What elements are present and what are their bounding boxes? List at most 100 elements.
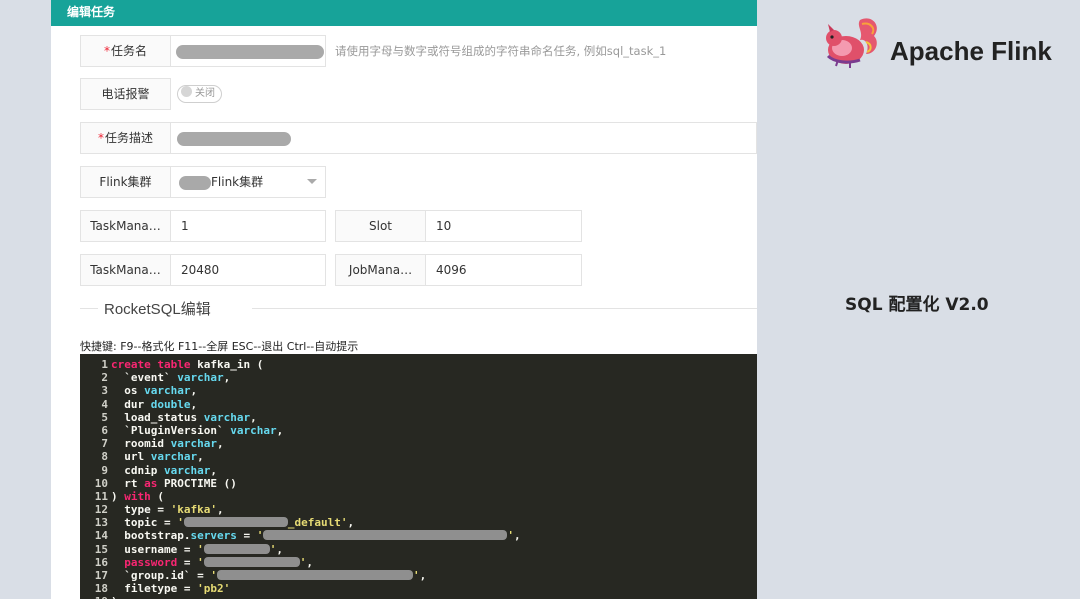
line-number: 9 xyxy=(101,463,108,477)
code-line: 11) with ( xyxy=(80,490,757,503)
code-token: varchar xyxy=(230,423,277,437)
code-token: filetype = xyxy=(111,582,198,596)
line-number: 8 xyxy=(101,450,108,464)
code-token: rt xyxy=(111,476,145,490)
jm-memory-label: JobMana… xyxy=(335,254,426,286)
brand-name: Apache Flink xyxy=(890,36,1052,66)
line-number: 4 xyxy=(101,397,108,411)
tm-memory-label: TaskMana… xyxy=(80,254,171,286)
cluster-row: Flink集群 Flink集群 xyxy=(80,166,380,198)
code-token: varchar xyxy=(203,410,251,424)
cluster-select[interactable]: Flink集群 xyxy=(171,166,326,198)
line-number: 3 xyxy=(101,384,108,398)
code-line: 1 create table kafka_in ( xyxy=(80,358,757,371)
code-token: ' xyxy=(210,569,217,582)
code-token: ' xyxy=(197,555,204,569)
version-label: SQL 配置化 V2.0 xyxy=(845,295,989,315)
redacted-value xyxy=(203,543,270,554)
task-name-input[interactable] xyxy=(171,35,326,67)
line-number: 10 xyxy=(94,476,108,490)
code-token: url xyxy=(111,450,151,464)
code-token: as xyxy=(144,476,158,490)
redacted-value xyxy=(183,517,288,528)
redacted-value xyxy=(263,530,508,541)
phone-alarm-toggle[interactable]: 关闭 xyxy=(177,83,222,103)
task-desc-label: *任务描述 xyxy=(80,122,171,154)
code-token: ' xyxy=(197,542,204,556)
task-name-label-text: 任务名 xyxy=(110,44,147,58)
code-token: `PluginVersion` xyxy=(111,423,231,437)
cluster-select-value: Flink集群 xyxy=(211,175,264,189)
code-token: , xyxy=(513,529,521,543)
code-token: type = xyxy=(111,503,171,517)
code-token: _default' xyxy=(287,516,348,530)
code-token: roomid xyxy=(111,437,171,451)
divider xyxy=(80,308,98,309)
line-number: 17 xyxy=(94,569,108,582)
tm-slots-input[interactable]: 1 xyxy=(171,210,326,242)
tm-memory-input[interactable]: 20480 xyxy=(171,254,326,286)
toggle-label: 关闭 xyxy=(195,87,215,99)
code-token: ( xyxy=(150,489,164,503)
resource-row-1: TaskMana… 1 Slot 10 xyxy=(80,210,757,242)
code-token: with xyxy=(124,489,151,503)
code-token: dur xyxy=(111,397,151,411)
line-number: 13 xyxy=(94,516,108,530)
code-line: 19) xyxy=(80,595,757,599)
code-token: , xyxy=(190,397,198,411)
code-token: ' xyxy=(256,529,264,543)
redacted-value xyxy=(179,175,211,190)
phone-alarm-label: 电话报警 xyxy=(80,78,171,110)
jm-memory-input[interactable]: 4096 xyxy=(426,254,582,286)
line-number: 7 xyxy=(101,437,108,451)
code-line: 9 cdnip varchar, xyxy=(80,464,757,477)
required-mark: * xyxy=(103,44,110,58)
redacted-value xyxy=(216,570,413,580)
code-token: , xyxy=(210,463,217,477)
line-number: 16 xyxy=(94,555,108,569)
redacted-value xyxy=(203,556,300,567)
code-line: 14 bootstrap.servers = ' ', xyxy=(80,529,757,542)
shortcut-hint: 快捷键: F9--格式化 F11--全屏 ESC--退出 Ctrl--自动提示 xyxy=(80,340,359,353)
code-token: `group.id` = xyxy=(111,569,211,582)
slot-input[interactable]: 10 xyxy=(426,210,582,242)
redacted-value xyxy=(177,131,291,146)
code-token: varchar xyxy=(163,463,211,477)
task-name-label: *任务名 xyxy=(80,35,171,67)
flink-squirrel-logo xyxy=(826,18,877,68)
code-token: load_status xyxy=(111,410,204,424)
code-token: servers xyxy=(190,529,237,543)
code-token: , xyxy=(347,516,355,530)
section-title: RocketSQL编辑 xyxy=(104,301,211,318)
code-token: 'kafka' xyxy=(170,503,217,517)
chevron-down-icon xyxy=(307,179,317,184)
sql-code-editor[interactable]: 1 create table kafka_in (2 `event` varcha… xyxy=(80,354,757,599)
code-line: 7 roomid varchar, xyxy=(80,437,757,450)
code-line: 3 os varchar, xyxy=(80,384,757,397)
code-token: topic = xyxy=(111,516,178,530)
code-token: varchar xyxy=(144,384,191,398)
line-number: 19 xyxy=(80,595,108,599)
line-number: 11 xyxy=(94,489,108,503)
code-line: 4 dur double, xyxy=(80,398,757,411)
code-token: , xyxy=(276,423,284,437)
code-token: varchar xyxy=(177,371,224,385)
task-name-row: *任务名 请使用字母与数字或符号组成的字符串命名任务, 例如sql_task_1 xyxy=(80,35,757,67)
code-token: username = xyxy=(111,542,198,556)
panel-title: 编辑任务 xyxy=(51,0,757,26)
divider xyxy=(252,308,757,309)
code-line: 2 `event` varchar, xyxy=(80,371,757,384)
code-token: ' xyxy=(507,529,514,543)
code-token: double xyxy=(150,397,191,411)
task-desc-row: *任务描述 xyxy=(80,122,757,154)
phone-alarm-row: 电话报警 关闭 xyxy=(80,78,757,110)
code-token: password xyxy=(111,555,178,569)
code-token: `event` xyxy=(111,371,178,385)
rocketsql-section-header: RocketSQL编辑 xyxy=(80,296,757,320)
line-number: 1 xyxy=(101,358,108,371)
edit-task-panel: 编辑任务 *任务名 请使用字母与数字或符号组成的字符串命名任务, 例如sql_t… xyxy=(51,0,757,599)
code-token: kafka_in ( xyxy=(197,358,264,371)
task-desc-input[interactable] xyxy=(171,122,757,154)
code-line: 10 rt as PROCTIME () xyxy=(80,477,757,490)
code-token: varchar xyxy=(150,450,198,464)
